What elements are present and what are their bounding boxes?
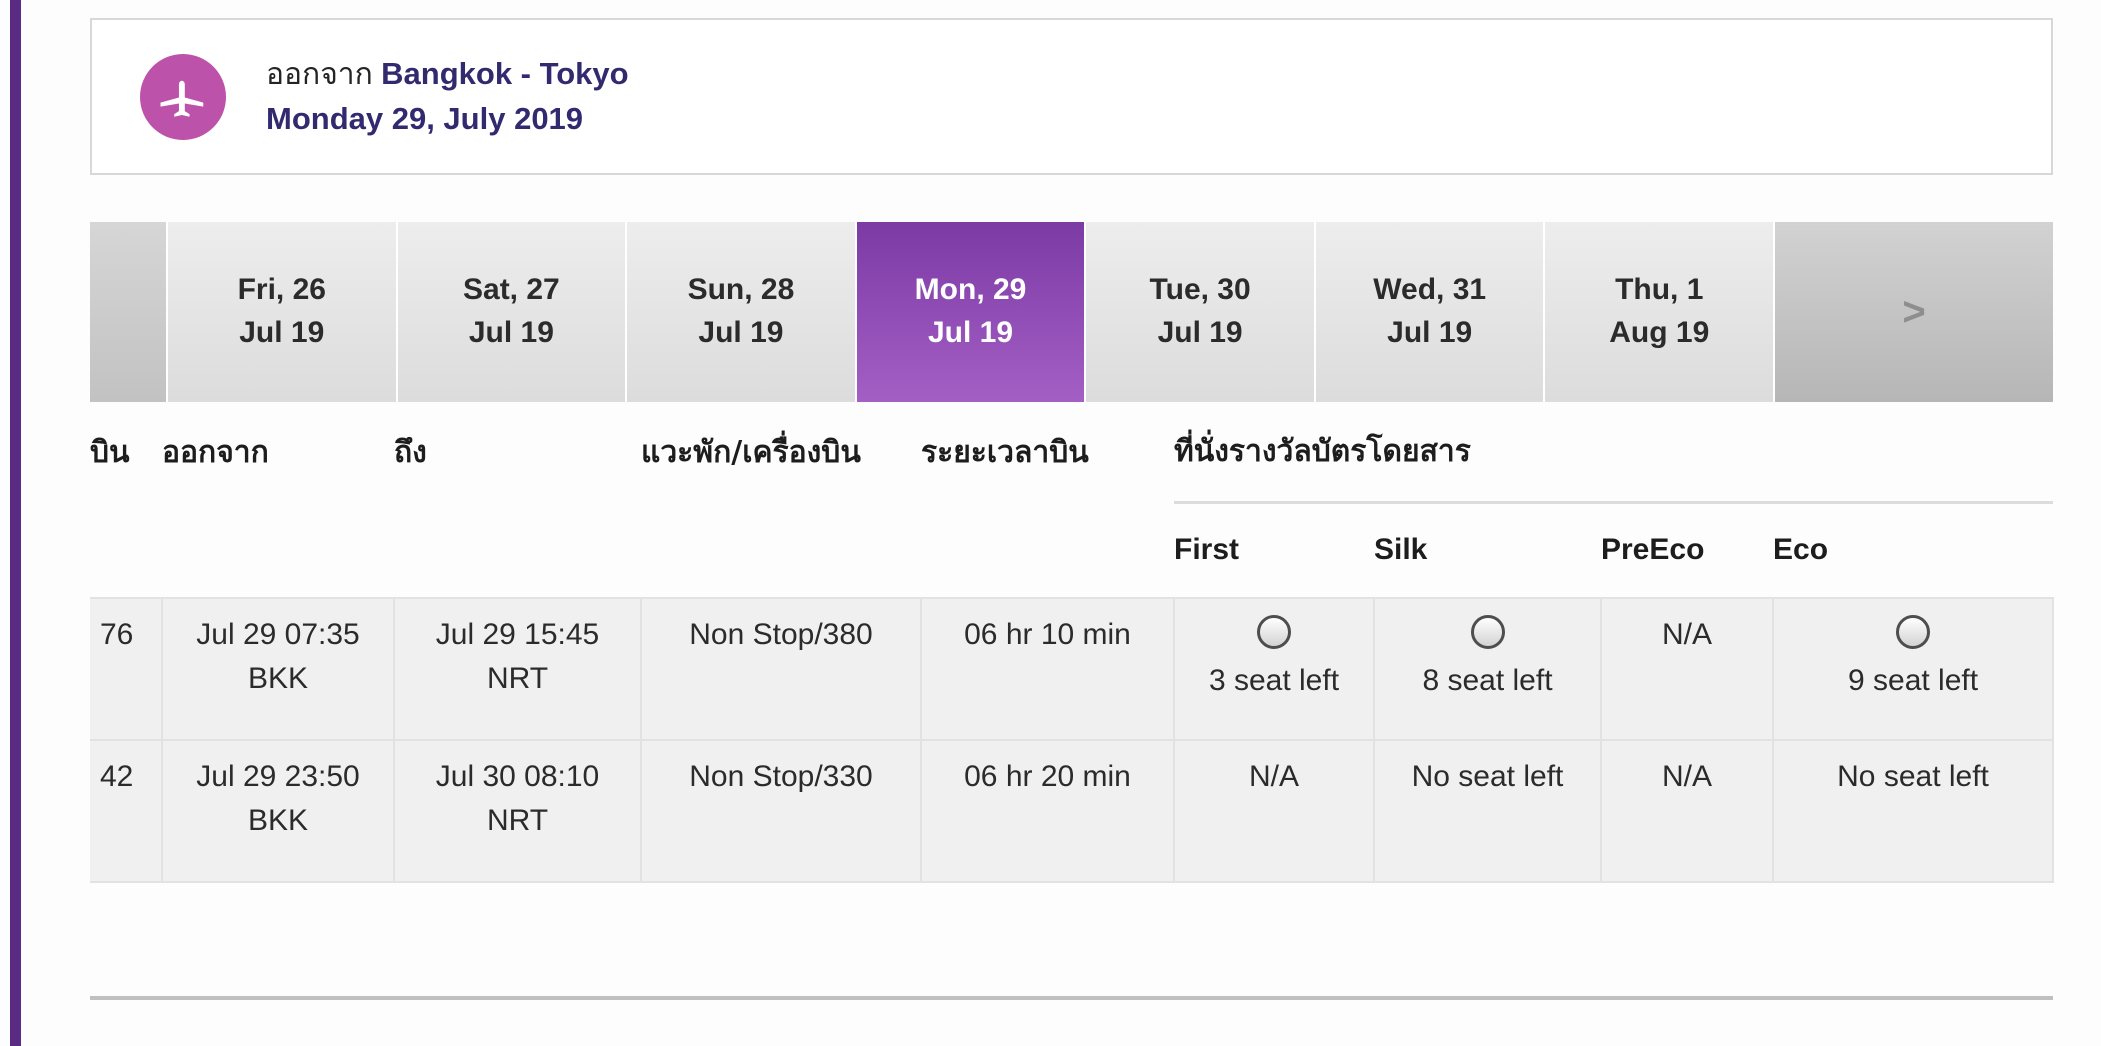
date-tab-day: Sun, 28 <box>687 273 795 307</box>
table-header-row: บิน ออกจาก ถึง แวะพัก/เครื่องบิน ระยะเวล… <box>90 402 2053 502</box>
cell-departure: Jul 29 07:35 BKK <box>161 597 395 741</box>
date-tab-strip: Fri, 26 Jul 19 Sat, 27 Jul 19 Sun, 28 Ju… <box>90 222 2054 402</box>
date-tab-day: Sat, 27 <box>463 273 560 307</box>
route-date: Monday 29, July 2019 <box>266 100 584 136</box>
cell-cabin-eco: No seat left <box>1771 739 2055 883</box>
date-tab-day: Fri, 26 <box>237 273 326 307</box>
arrival-time: Jul 29 15:45 <box>435 618 600 651</box>
date-tab-5[interactable]: Wed, 31 Jul 19 <box>1315 222 1546 402</box>
departure-airport: BKK <box>247 803 309 837</box>
departure-time: Jul 29 07:35 <box>196 618 360 651</box>
spacer-cell <box>394 502 641 598</box>
arrival-airport: NRT <box>486 661 549 695</box>
spacer-cell <box>90 502 162 598</box>
date-tab-date: Jul 19 <box>239 316 325 349</box>
col-header-flight: บิน <box>90 434 130 470</box>
seat-availability-label: N/A <box>1248 760 1299 793</box>
next-date-button[interactable]: > <box>1775 222 2054 402</box>
date-tab-date: Jul 19 <box>698 316 784 349</box>
left-accent-rail <box>10 0 21 1046</box>
arrival-airport: NRT <box>486 803 549 837</box>
seat-availability-label: 9 seat left <box>1847 664 1979 697</box>
departure-label: ออกจาก <box>266 58 373 92</box>
spacer-cell <box>641 502 921 598</box>
col-header-award-seats: ที่นั่งรางวัลบัตรโดยสาร <box>1174 433 1471 469</box>
chevron-right-icon: > <box>1902 289 1926 334</box>
bottom-divider <box>90 996 2053 1000</box>
date-tab-date: Jul 19 <box>1387 316 1473 349</box>
col-header-arrive: ถึง <box>394 434 427 470</box>
cell-arrival: Jul 30 08:10 NRT <box>393 739 642 883</box>
route-cities: Bangkok - Tokyo <box>381 56 629 92</box>
route-text: ออกจาก Bangkok - Tokyo Monday 29, July 2… <box>266 52 629 141</box>
date-tab-6[interactable]: Thu, 1 Aug 19 <box>1545 222 1776 402</box>
departure-airport: BKK <box>247 661 309 695</box>
cell-cabin-silk[interactable]: 8 seat left <box>1373 597 1602 741</box>
cell-cabin-preeco: N/A <box>1600 739 1774 883</box>
flight-results-table: บิน ออกจาก ถึง แวะพัก/เครื่องบิน ระยะเวล… <box>90 402 2055 883</box>
cell-cabin-silk: No seat left <box>1373 739 1602 883</box>
date-tab-0[interactable]: Fri, 26 Jul 19 <box>168 222 398 402</box>
departure-time: Jul 29 23:50 <box>196 760 360 793</box>
seat-availability-label: 3 seat left <box>1208 664 1340 697</box>
seat-availability-label: N/A <box>1661 618 1712 651</box>
spacer-cell <box>921 502 1174 598</box>
cell-cabin-first[interactable]: 3 seat left <box>1173 597 1375 741</box>
seat-radio-button[interactable] <box>1470 615 1505 649</box>
seat-availability-label: N/A <box>1661 760 1712 793</box>
seat-availability-label: No seat left <box>1411 760 1564 793</box>
seat-availability-label: No seat left <box>1837 760 1989 793</box>
cell-stops: Non Stop/330 <box>640 739 922 883</box>
cell-flight-number: 76 <box>90 597 163 741</box>
prev-date-button[interactable] <box>90 222 168 402</box>
cell-flight-number: 42 <box>90 739 163 883</box>
cell-cabin-first: N/A <box>1173 739 1375 883</box>
seat-radio-button[interactable] <box>1257 615 1291 649</box>
route-header-card: ออกจาก Bangkok - Tokyo Monday 29, July 2… <box>90 18 2053 175</box>
col-header-depart: ออกจาก <box>162 434 269 470</box>
cabin-header-eco: Eco <box>1773 500 2054 598</box>
cell-stops: Non Stop/380 <box>640 597 922 741</box>
col-header-duration: ระยะเวลาบิน <box>921 434 1089 470</box>
cabin-header-preeco: PreEco <box>1601 500 1773 598</box>
route-line-cities: ออกจาก Bangkok - Tokyo <box>266 52 629 97</box>
page-root: ออกจาก Bangkok - Tokyo Monday 29, July 2… <box>0 0 2101 1046</box>
date-tab-day: Tue, 30 <box>1149 273 1251 307</box>
date-tab-2[interactable]: Sun, 28 Jul 19 <box>627 222 857 402</box>
date-tab-1[interactable]: Sat, 27 Jul 19 <box>397 222 628 402</box>
content-area: ออกจาก Bangkok - Tokyo Monday 29, July 2… <box>28 0 2101 1046</box>
cabin-class-header-row: First Silk PreEco Eco <box>90 500 2054 598</box>
arrival-time: Jul 30 08:10 <box>435 760 600 793</box>
date-tab-date: Jul 19 <box>468 316 554 349</box>
date-tab-day: Mon, 29 <box>914 273 1027 307</box>
cell-departure: Jul 29 23:50 BKK <box>161 739 395 883</box>
seat-availability-label: 8 seat left <box>1422 664 1553 697</box>
cell-duration: 06 hr 20 min <box>920 739 1175 883</box>
date-tab-4[interactable]: Tue, 30 Jul 19 <box>1086 222 1316 402</box>
date-tab-date: Jul 19 <box>1157 316 1243 349</box>
cell-arrival: Jul 29 15:45 NRT <box>393 597 642 741</box>
col-header-stops: แวะพัก/เครื่องบิน <box>641 434 861 470</box>
table-row: 42 Jul 29 23:50 BKK Jul 30 08:10 NRT Non… <box>90 739 2055 883</box>
cell-cabin-preeco: N/A <box>1600 597 1774 741</box>
date-tab-3-selected[interactable]: Mon, 29 Jul 19 <box>856 222 1087 402</box>
cabin-header-first: First <box>1174 500 1374 598</box>
spacer-cell <box>162 502 394 598</box>
date-tab-date: Aug 19 <box>1609 316 1710 349</box>
date-tab-date: Jul 19 <box>927 316 1014 349</box>
seat-radio-button[interactable] <box>1896 615 1931 649</box>
date-tab-day: Wed, 31 <box>1373 273 1487 307</box>
table-row: 76 Jul 29 07:35 BKK Jul 29 15:45 NRT Non… <box>90 597 2055 741</box>
cell-cabin-eco[interactable]: 9 seat left <box>1771 597 2055 741</box>
date-tab-day: Thu, 1 <box>1615 273 1704 307</box>
cell-duration: 06 hr 10 min <box>920 597 1175 741</box>
cabin-header-silk: Silk <box>1374 500 1601 598</box>
airplane-icon <box>140 53 226 140</box>
